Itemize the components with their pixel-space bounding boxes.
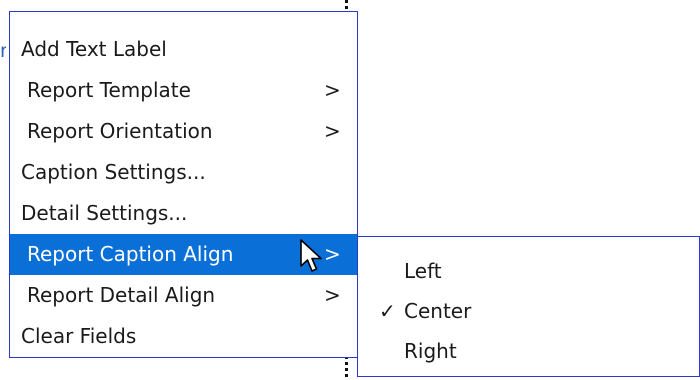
menu-item-label: Clear Fields (21, 324, 137, 348)
check-icon: ✓ (379, 299, 396, 323)
menu-item-label: Report Orientation (27, 119, 213, 143)
menu-item-label: Report Detail Align (27, 283, 216, 307)
menu-item-report-orientation[interactable]: Report Orientation > (10, 111, 357, 152)
dotted-guide-bottom (345, 356, 348, 378)
dotted-guide-top (345, 0, 348, 10)
chevron-right-icon: > (324, 78, 341, 102)
submenu-item-label: Left (404, 259, 442, 283)
chevron-right-icon: > (324, 242, 341, 266)
menu-item-report-template[interactable]: Report Template > (10, 70, 357, 111)
context-menu: Add Text Label Report Template > Report … (9, 11, 358, 358)
submenu-item-label: Center (404, 299, 472, 323)
menu-item-label: Add Text Label (21, 37, 167, 61)
menu-item-clear-fields[interactable]: Clear Fields (10, 316, 357, 357)
menu-item-detail-settings[interactable]: Detail Settings... (10, 193, 357, 234)
background-text-fragment: n (0, 42, 6, 60)
submenu-item-left[interactable]: Left (358, 251, 699, 291)
chevron-right-icon: > (324, 119, 341, 143)
arrow-cursor-icon (300, 239, 322, 272)
menu-item-report-detail-align[interactable]: Report Detail Align > (10, 275, 357, 316)
menu-item-label: Caption Settings... (21, 160, 206, 184)
screen: n Add Text Label Report Template > Repor… (0, 0, 700, 380)
menu-item-add-text-label[interactable]: Add Text Label (10, 29, 357, 70)
caption-align-submenu: Left ✓ Center Right (357, 236, 700, 377)
menu-item-label: Report Caption Align (27, 242, 234, 266)
menu-item-label: Detail Settings... (21, 201, 188, 225)
submenu-item-center[interactable]: ✓ Center (358, 291, 699, 331)
chevron-right-icon: > (324, 283, 341, 307)
submenu-item-right[interactable]: Right (358, 331, 699, 371)
submenu-item-label: Right (404, 339, 457, 363)
menu-item-label: Report Template (27, 78, 191, 102)
menu-item-caption-settings[interactable]: Caption Settings... (10, 152, 357, 193)
